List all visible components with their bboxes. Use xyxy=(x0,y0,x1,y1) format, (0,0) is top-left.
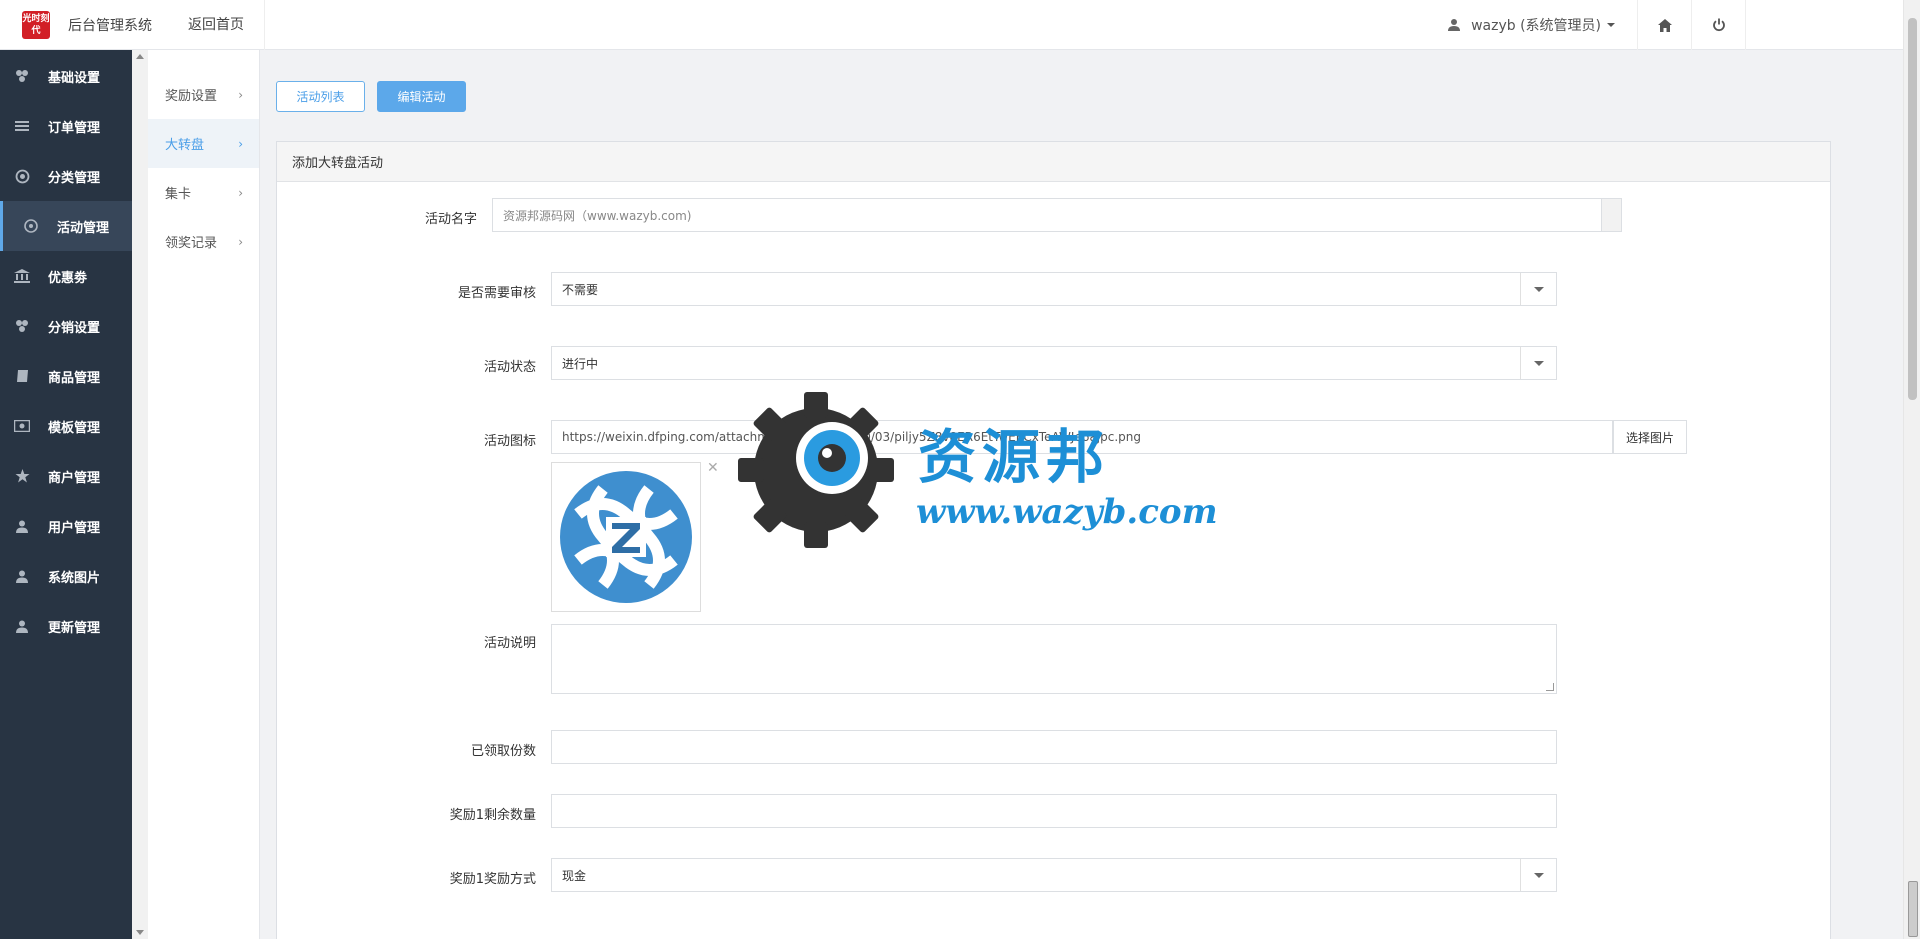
user-icon xyxy=(14,618,30,634)
corner-grip[interactable] xyxy=(1908,881,1918,937)
bank-icon xyxy=(14,268,30,284)
review-select[interactable]: 不需要 xyxy=(551,272,1557,306)
chevron-right-icon: › xyxy=(238,185,243,200)
cubes-icon xyxy=(14,68,30,84)
sidebar-scrollbar[interactable] xyxy=(132,50,148,939)
icon-preview xyxy=(551,462,701,612)
status-label: 活动状态 xyxy=(483,360,536,375)
star-icon xyxy=(14,468,30,484)
logout-button[interactable] xyxy=(1692,0,1746,50)
back-home-link[interactable]: 返回首页 xyxy=(188,0,265,50)
reward1-remaining-label: 奖励1剩余数量 xyxy=(449,808,536,823)
sidebar-item-updates[interactable]: 更新管理 xyxy=(0,601,132,651)
panel-title: 添加大转盘活动 xyxy=(277,142,1830,182)
chevron-right-icon: › xyxy=(238,136,243,151)
z-logo-image xyxy=(560,471,692,603)
icon-url-input[interactable]: https://weixin.dfping.com/attachment/ima… xyxy=(551,420,1613,454)
resize-handle-icon[interactable] xyxy=(1546,683,1554,691)
dropdown-arrow-icon xyxy=(1520,273,1556,305)
main-content: 活动列表 编辑活动 添加大转盘活动 活动名字 资源邦源码网（www.wazyb.… xyxy=(260,50,1903,939)
name-input[interactable]: 资源邦源码网（www.wazyb.com) xyxy=(492,198,1602,232)
sub-menu: 奖励设置 › 大转盘 › 集卡 › 领奖记录 › xyxy=(148,50,260,939)
book-icon xyxy=(14,368,30,384)
sidebar-item-activities[interactable]: 活动管理 xyxy=(0,201,132,251)
brand-logo[interactable]: 光时刻代 xyxy=(22,10,50,39)
chevron-right-icon: › xyxy=(238,87,243,102)
tab-bar: 活动列表 编辑活动 xyxy=(276,81,478,112)
user-label: wazyb (系统管理员) xyxy=(1471,18,1601,34)
description-textarea[interactable] xyxy=(551,624,1557,694)
system-title: 后台管理系统 xyxy=(68,17,152,34)
globe-icon xyxy=(14,168,30,184)
page-scrollbar[interactable] xyxy=(1903,0,1920,939)
submenu-item-big-wheel[interactable]: 大转盘 › xyxy=(148,119,259,168)
reward1-method-label: 奖励1奖励方式 xyxy=(449,872,536,887)
compass-icon xyxy=(23,218,39,234)
submenu-item-reward-settings[interactable]: 奖励设置 › xyxy=(148,70,259,119)
sidebar-item-distribution[interactable]: 分销设置 xyxy=(0,301,132,351)
sidebar-item-orders[interactable]: 订单管理 xyxy=(0,101,132,151)
pick-image-button[interactable]: 选择图片 xyxy=(1613,420,1687,454)
chevron-down-icon xyxy=(1607,23,1615,27)
received-count-input[interactable] xyxy=(551,730,1557,764)
form-panel: 添加大转盘活动 活动名字 资源邦源码网（www.wazyb.com) 是否需要审… xyxy=(276,141,1831,939)
dropdown-arrow-icon xyxy=(1520,859,1556,891)
reward1-remaining-input[interactable] xyxy=(551,794,1557,828)
home-button[interactable] xyxy=(1638,0,1692,50)
description-label: 活动说明 xyxy=(483,636,536,651)
top-header: 光时刻代 后台管理系统 返回首页 wazyb (系统管理员) xyxy=(0,0,1903,50)
scroll-up-arrow-icon[interactable] xyxy=(136,54,144,59)
scroll-down-arrow-icon[interactable] xyxy=(136,930,144,935)
sidebar-item-system-images[interactable]: 系统图片 xyxy=(0,551,132,601)
power-icon xyxy=(1712,18,1725,32)
reward1-method-select[interactable]: 现金 xyxy=(551,858,1557,892)
sidebar-item-basic-settings[interactable]: 基础设置 xyxy=(0,51,132,101)
submenu-item-prize-records[interactable]: 领奖记录 › xyxy=(148,217,259,266)
name-label: 活动名字 xyxy=(424,212,477,227)
sidebar-item-coupons[interactable]: 优惠劵 xyxy=(0,251,132,301)
dropdown-arrow-icon xyxy=(1520,347,1556,379)
user-icon xyxy=(1448,19,1461,31)
review-label: 是否需要审核 xyxy=(457,286,536,301)
money-icon xyxy=(14,418,30,434)
header-right: wazyb (系统管理员) xyxy=(1425,0,1903,50)
close-icon[interactable]: ✕ xyxy=(707,460,719,476)
home-icon xyxy=(1657,18,1672,32)
sidebar-item-templates[interactable]: 模板管理 xyxy=(0,401,132,451)
tab-edit-activity[interactable]: 编辑活动 xyxy=(377,81,466,112)
icon-label: 活动图标 xyxy=(483,434,536,449)
chevron-right-icon: › xyxy=(238,234,243,249)
user-menu[interactable]: wazyb (系统管理员) xyxy=(1425,0,1638,50)
list-icon xyxy=(14,118,30,134)
scrollbar-thumb[interactable] xyxy=(1908,18,1917,400)
received-count-label: 已领取份数 xyxy=(470,744,536,759)
user-icon xyxy=(14,568,30,584)
main-sidebar: 基础设置 订单管理 分类管理 活动管理 优惠劵 分销设置 商品管理 模板管理 商… xyxy=(0,50,132,939)
cubes-icon xyxy=(14,318,30,334)
submenu-item-card-collect[interactable]: 集卡 › xyxy=(148,168,259,217)
sidebar-item-users[interactable]: 用户管理 xyxy=(0,501,132,551)
tab-activity-list[interactable]: 活动列表 xyxy=(276,81,365,112)
sidebar-item-merchants[interactable]: 商户管理 xyxy=(0,451,132,501)
name-input-addon xyxy=(1602,198,1622,232)
user-icon xyxy=(14,518,30,534)
status-select[interactable]: 进行中 xyxy=(551,346,1557,380)
sidebar-item-categories[interactable]: 分类管理 xyxy=(0,151,132,201)
sidebar-item-products[interactable]: 商品管理 xyxy=(0,351,132,401)
